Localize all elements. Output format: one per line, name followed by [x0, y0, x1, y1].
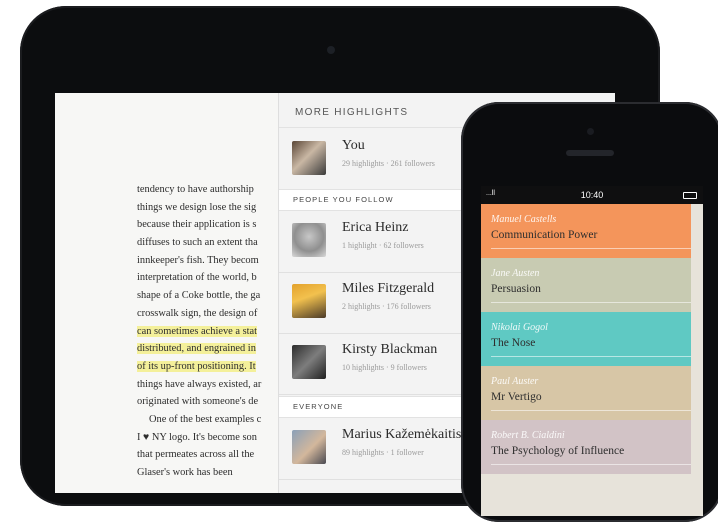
book-title: The Nose	[491, 337, 536, 349]
person-meta: 2 highlights · 176 followers	[342, 302, 431, 311]
book-card[interactable]: Paul Auster Mr Vertigo	[481, 366, 691, 420]
divider	[491, 248, 691, 249]
avatar	[292, 430, 326, 464]
phone-screen: ...ll 10:40 Manuel Castells Communicatio…	[481, 186, 703, 516]
avatar	[292, 345, 326, 379]
person-name: Kirsty Blackman	[342, 342, 438, 357]
section-label: PEOPLE YOU FOLLOW	[293, 195, 394, 204]
panel-title: MORE HIGHLIGHTS	[295, 107, 409, 118]
book-title: Persuasion	[491, 283, 541, 295]
person-meta: 1 highlight · 62 followers	[342, 241, 424, 250]
person-name: Marius Kažemėkaitis	[342, 427, 462, 442]
person-meta: 10 highlights · 9 followers	[342, 363, 427, 372]
avatar	[292, 223, 326, 257]
battery-icon	[683, 192, 697, 199]
tablet-camera	[327, 46, 335, 54]
person-name: You	[342, 138, 365, 153]
phone-speaker	[566, 150, 614, 156]
book-author: Paul Auster	[491, 376, 539, 387]
book-card[interactable]: Manuel Castells Communication Power	[481, 204, 691, 258]
highlighted-line[interactable]: can sometimes achieve a stat	[137, 325, 258, 337]
section-label: EVERYONE	[293, 402, 344, 411]
divider	[491, 410, 691, 411]
avatar	[292, 141, 326, 175]
book-card[interactable]: Robert B. Cialdini The Psychology of Inf…	[481, 420, 691, 474]
book-card[interactable]: Jane Austen Persuasion	[481, 258, 691, 312]
book-author: Nikolai Gogol	[491, 322, 548, 333]
person-meta: 89 highlights · 1 follower	[342, 448, 424, 457]
divider	[491, 302, 691, 303]
phone-device: ...ll 10:40 Manuel Castells Communicatio…	[461, 102, 718, 522]
highlighted-line[interactable]: distributed, and engrained in	[137, 343, 256, 355]
book-title: Communication Power	[491, 229, 598, 241]
book-author: Manuel Castells	[491, 214, 557, 225]
person-name: Miles Fitzgerald	[342, 281, 435, 296]
book-author: Jane Austen	[491, 268, 540, 279]
divider	[491, 356, 691, 357]
highlighted-line[interactable]: of its up-front positioning. It	[137, 360, 256, 372]
status-bar: ...ll 10:40	[481, 186, 703, 204]
phone-camera	[587, 128, 594, 135]
person-meta: 29 highlights · 261 followers	[342, 159, 435, 168]
book-card[interactable]: Nikolai Gogol The Nose	[481, 312, 691, 366]
status-time: 10:40	[580, 190, 604, 200]
book-title: Mr Vertigo	[491, 391, 542, 403]
divider	[491, 464, 691, 465]
book-title: The Psychology of Influence	[491, 445, 625, 457]
book-author: Robert B. Cialdini	[491, 430, 565, 441]
person-name: Erica Heinz	[342, 220, 409, 235]
avatar	[292, 284, 326, 318]
